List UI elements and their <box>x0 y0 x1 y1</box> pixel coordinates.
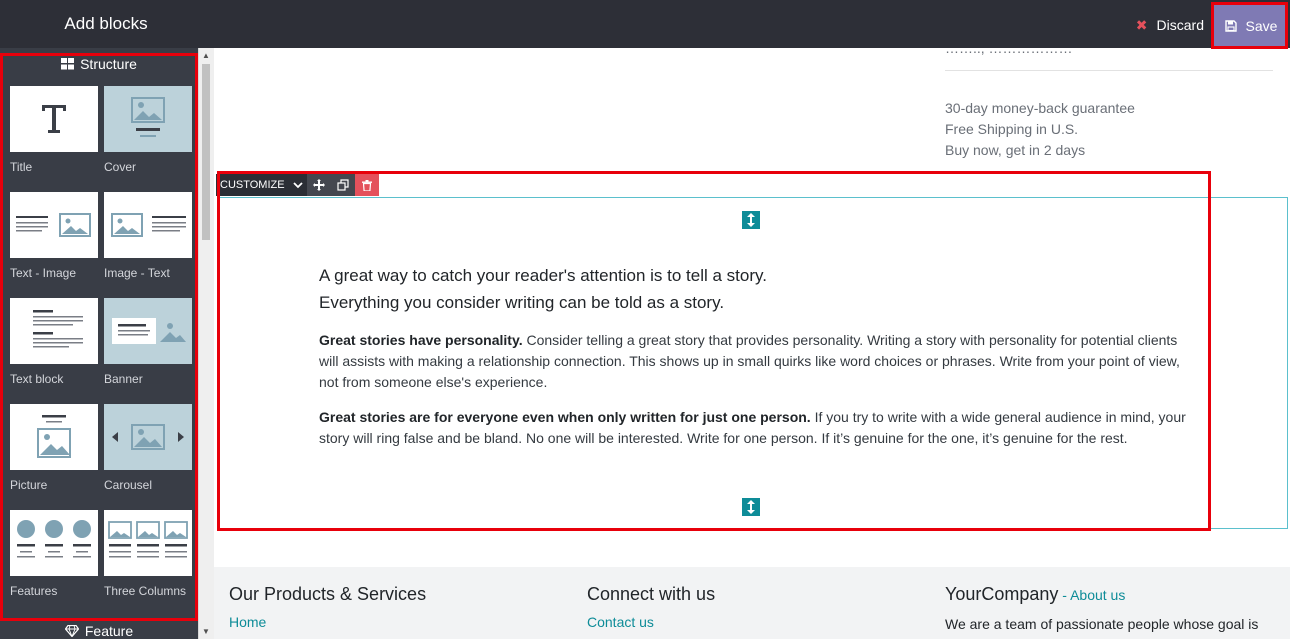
block-picture-thumbnail <box>10 404 98 470</box>
feature-heading: Feature <box>0 617 198 639</box>
block-banner-thumbnail <box>104 298 192 364</box>
block-text-image-thumbnail <box>10 192 98 258</box>
block-text-block-label: Text block <box>10 372 64 386</box>
story-paragraph: Great stories have personality. Consider… <box>319 330 1189 393</box>
block-carousel[interactable]: Carousel <box>104 404 192 492</box>
block-image-text-thumbnail <box>104 192 192 258</box>
block-banner[interactable]: Banner <box>104 298 192 386</box>
block-cover-thumbnail <box>104 86 192 152</box>
title-text-icon <box>42 105 66 133</box>
block-image-text[interactable]: Image - Text <box>104 192 192 280</box>
text-block-icon <box>33 310 83 348</box>
block-picture-label: Picture <box>10 478 48 492</box>
text-image-icon <box>16 213 91 237</box>
story-text-block[interactable]: A great way to catch your reader's atten… <box>319 262 1189 449</box>
footer-link-home[interactable]: Home <box>229 614 426 630</box>
story-paragraph-bold: Great stories are for everyone even when… <box>319 409 811 425</box>
resize-top-handle[interactable] <box>742 211 760 229</box>
story-lead-line: Everything you consider writing can be t… <box>319 293 725 312</box>
banner-icon <box>112 318 186 344</box>
footer-company-column: YourCompany - About us We are a team of … <box>945 584 1275 634</box>
heading-separator: - <box>1058 587 1071 603</box>
block-title[interactable]: Title <box>10 86 98 174</box>
cover-image-icon <box>131 97 165 137</box>
block-features-label: Features <box>10 584 58 598</box>
carousel-icon <box>112 424 184 450</box>
divider <box>945 70 1273 71</box>
customize-dropdown[interactable]: CUSTOMIZE <box>216 174 307 196</box>
block-features[interactable]: Features <box>10 510 98 598</box>
block-three-columns-label: Three Columns <box>104 584 187 598</box>
features-icon <box>17 520 91 558</box>
block-text-block[interactable]: Text block <box>10 298 98 386</box>
footer-products-column: Our Products & Services Home <box>229 584 426 630</box>
trash-icon <box>361 179 372 191</box>
company-name: YourCompany <box>945 584 1059 604</box>
block-text-block-thumbnail <box>10 298 98 364</box>
structure-heading-label: Structure <box>80 56 137 72</box>
company-description: We are a team of passionate people whose… <box>945 616 1259 632</box>
block-cover[interactable]: Cover <box>104 86 192 174</box>
move-arrows-icon <box>312 179 325 191</box>
story-lead-line: A great way to catch your reader's atten… <box>319 266 767 285</box>
chevron-down-icon <box>292 181 303 188</box>
three-columns-icon <box>108 521 188 558</box>
blocks-panel: Structure Title Cover Text - Image Image… <box>0 48 198 639</box>
footer-heading: Connect with us <box>587 584 716 604</box>
customize-label: CUSTOMIZE <box>220 179 285 191</box>
block-image-text-label: Image - Text <box>104 266 170 280</box>
vertical-resize-icon <box>747 213 755 227</box>
structure-heading: Structure <box>0 50 198 78</box>
about-us-link[interactable]: About us <box>1070 587 1125 603</box>
block-banner-label: Banner <box>104 372 143 386</box>
block-text-image[interactable]: Text - Image <box>10 192 98 280</box>
vertical-resize-icon <box>747 500 755 514</box>
discard-label: Discard <box>1156 17 1204 33</box>
scroll-up-arrow-icon[interactable]: ▲ <box>198 50 214 62</box>
info-line: 30-day money-back guarantee <box>945 100 1135 116</box>
block-title-thumbnail <box>10 86 98 152</box>
site-footer: Our Products & Services Home Connect wit… <box>214 567 1290 639</box>
close-icon: ✖ <box>1135 16 1148 33</box>
info-line: Buy now, get in 2 days <box>945 142 1086 158</box>
partial-text: …….., ……………… <box>945 40 1073 56</box>
image-text-icon <box>111 213 186 237</box>
move-button[interactable] <box>306 174 331 196</box>
footer-heading: YourCompany - About us <box>945 584 1275 605</box>
block-carousel-label: Carousel <box>104 478 153 492</box>
block-features-thumbnail <box>10 510 98 576</box>
block-three-columns[interactable]: Three Columns <box>104 510 192 598</box>
picture-icon <box>37 415 71 458</box>
footer-connect-column: Connect with us Contact us <box>587 584 715 630</box>
story-paragraph-bold: Great stories have personality. <box>319 332 523 348</box>
save-label: Save <box>1245 18 1278 34</box>
product-info: …….., ……………… 30-day money-back guarantee… <box>945 40 1273 161</box>
resize-bottom-handle[interactable] <box>742 498 760 516</box>
block-title-label: Title <box>10 160 33 174</box>
story-paragraph: Great stories are for everyone even when… <box>319 407 1189 449</box>
feature-heading-label: Feature <box>84 623 134 639</box>
floppy-disk-icon <box>1224 20 1237 32</box>
block-carousel-thumbnail <box>104 404 192 470</box>
footer-heading: Our Products & Services <box>229 584 427 604</box>
footer-link-contact[interactable]: Contact us <box>587 614 715 630</box>
scroll-down-arrow-icon[interactable]: ▼ <box>198 626 214 638</box>
block-picture[interactable]: Picture <box>10 404 98 492</box>
block-three-columns-thumbnail <box>104 510 192 576</box>
grid-icon <box>61 58 75 70</box>
clone-icon <box>336 179 349 191</box>
block-cover-label: Cover <box>104 160 137 174</box>
info-line: Free Shipping in U.S. <box>945 121 1079 137</box>
story-lead: A great way to catch your reader's atten… <box>319 262 1189 316</box>
snippet-toolbar: CUSTOMIZE <box>216 174 379 196</box>
info-list: 30-day money-back guarantee Free Shippin… <box>945 98 1273 161</box>
diamond-icon <box>64 625 79 637</box>
delete-button[interactable] <box>354 174 379 196</box>
page-canvas: …….., ……………… 30-day money-back guarantee… <box>214 40 1290 639</box>
sidebar-scroll-thumb[interactable] <box>202 64 210 240</box>
block-text-image-label: Text - Image <box>10 266 77 280</box>
blocks-sidebar: Structure Title Cover Text - Image Image… <box>0 48 214 639</box>
duplicate-button[interactable] <box>330 174 355 196</box>
add-blocks-title: Add blocks <box>64 14 148 33</box>
